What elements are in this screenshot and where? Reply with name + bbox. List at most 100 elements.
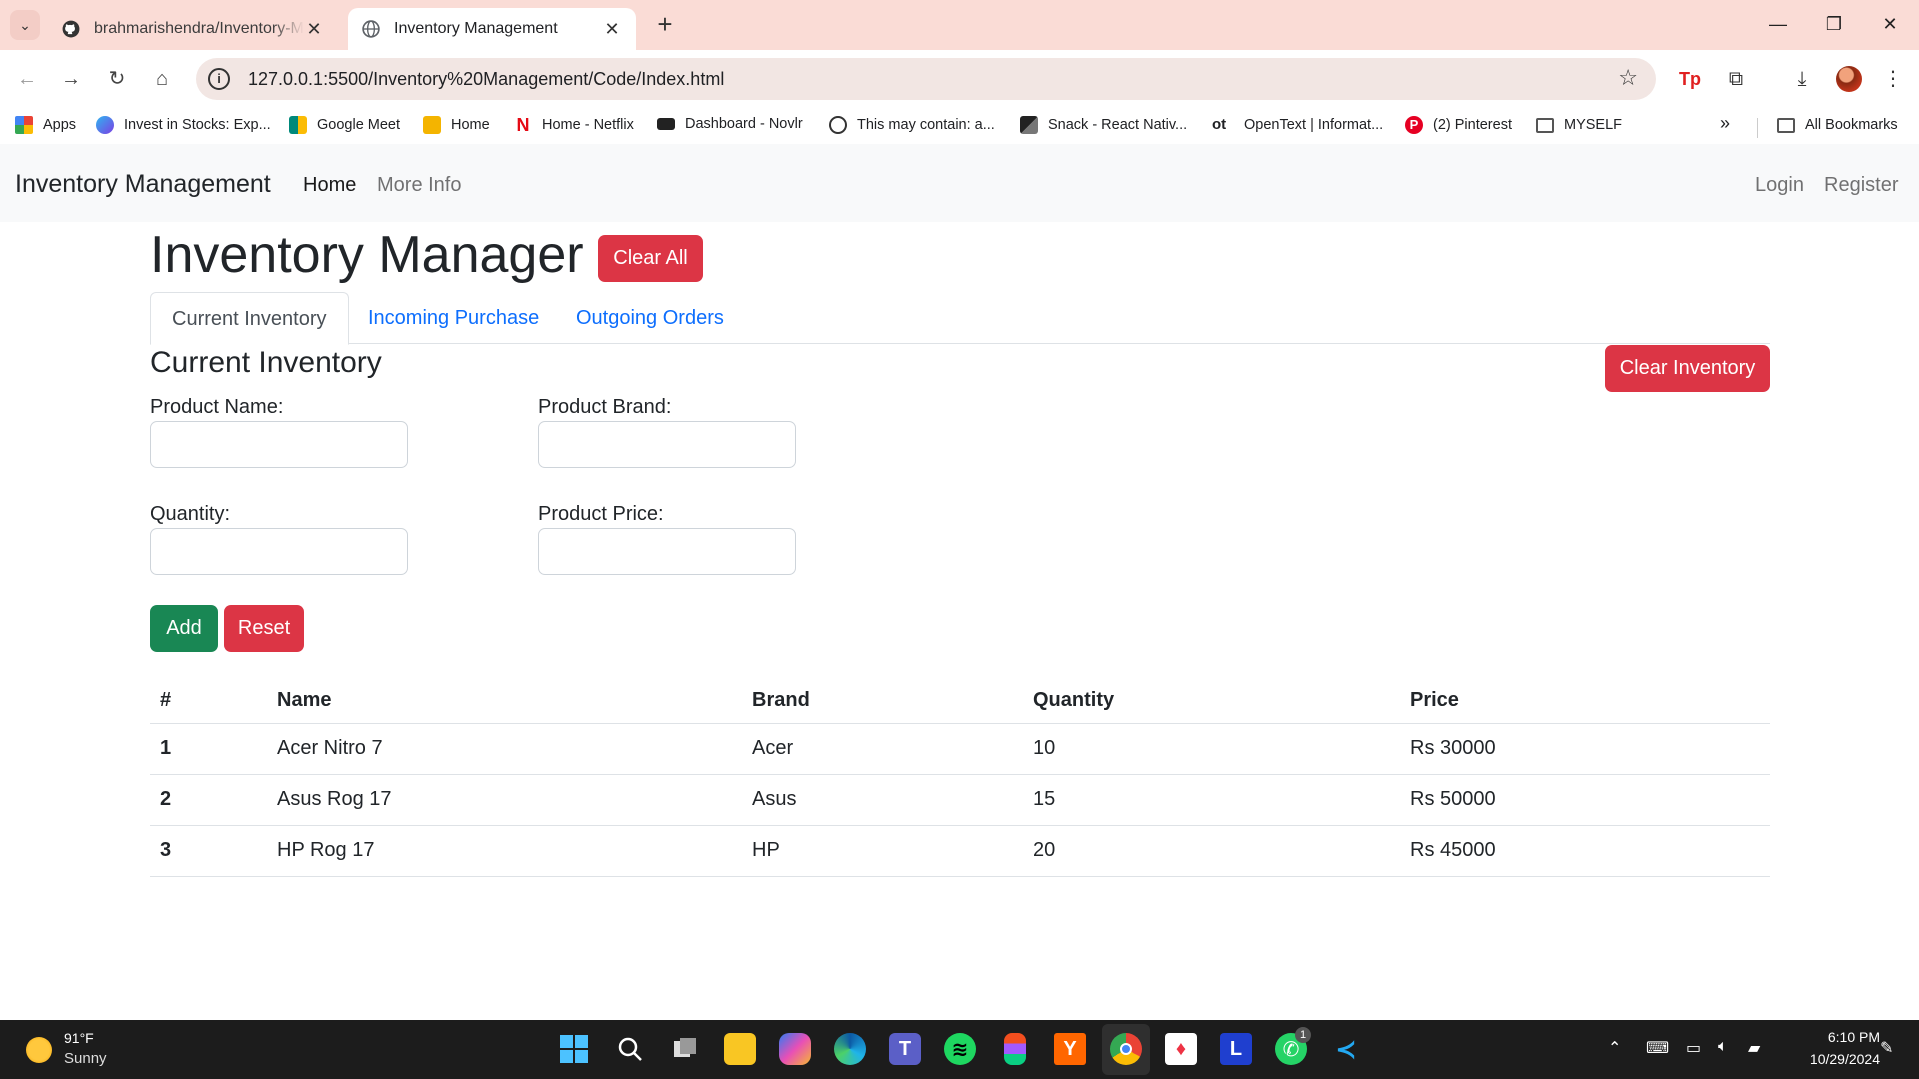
bookmark-pinterest[interactable]: P (2) Pinterest [1405,116,1512,134]
bookmark-home[interactable]: Home [423,116,490,134]
tab-close-icon[interactable]: ✕ [602,19,622,40]
cell-name: HP Rog 17 [267,825,742,877]
task-view-icon[interactable] [669,1033,701,1065]
cell-quantity: 15 [1023,774,1400,826]
cell-brand: Asus [742,774,1023,826]
search-icon[interactable] [614,1033,646,1065]
cell-index: 3 [150,825,267,877]
clock-time[interactable]: 6:10 PM [1800,1029,1880,1045]
product-brand-input[interactable] [538,421,796,468]
url-text[interactable]: 127.0.0.1:5500/Inventory%20Management/Co… [248,69,724,90]
forward-icon[interactable]: → [54,62,88,96]
weather-sun-icon[interactable] [26,1037,52,1063]
nav-more-info-link[interactable]: More Info [377,174,461,197]
quantity-input[interactable] [150,528,408,575]
file-explorer-icon[interactable] [724,1033,756,1065]
navbar-brand[interactable]: Inventory Management [15,170,271,199]
extensions-icon[interactable]: ⧉ [1719,62,1753,96]
snack-icon [1020,116,1038,134]
folder-icon [1536,118,1554,133]
cell-index: 1 [150,723,267,775]
show-hidden-icons-chevron-icon[interactable]: ⌃ [1608,1038,1621,1058]
address-bar[interactable]: i 127.0.0.1:5500/Inventory%20Management/… [196,58,1656,100]
all-bookmarks[interactable]: All Bookmarks [1777,116,1898,133]
tab-incoming-purchase[interactable]: Incoming Purchase [347,292,560,344]
tab-close-icon[interactable]: ✕ [304,19,324,40]
bookmark-star-icon[interactable]: ☆ [1618,65,1638,91]
clear-all-button[interactable]: Clear All [598,235,703,282]
bookmark-this-may-contain[interactable]: This may contain: a... [829,116,995,134]
menu-icon[interactable]: ⋮ [1876,62,1910,96]
volume-icon[interactable]: 🔈︎ [1718,1038,1728,1056]
l-app-icon[interactable]: L [1220,1033,1252,1065]
nav-login-link[interactable]: Login [1755,174,1804,197]
bookmark-apps[interactable]: Apps [15,116,76,134]
site-info-icon[interactable]: i [208,68,230,90]
tab-inventory-management[interactable]: Inventory Management ✕ [348,8,636,50]
nav-home-link[interactable]: Home [303,174,356,197]
tab-outgoing-orders[interactable]: Outgoing Orders [555,292,745,344]
extension-tp-icon[interactable]: Tp [1673,62,1707,96]
tab-current-inventory[interactable]: Current Inventory [150,292,349,345]
browser-tabstrip: ⌄ brahmarishendra/Inventory-Management ✕… [0,0,1919,50]
minimize-icon[interactable]: — [1758,8,1798,40]
column-header-name: Name [267,678,742,724]
spotify-icon[interactable]: ≋ [944,1033,976,1065]
bookmark-google-meet[interactable]: Google Meet [289,116,400,134]
globe-icon [362,20,380,38]
back-icon[interactable]: ← [10,62,44,96]
product-name-label: Product Name: [150,396,284,418]
browser-toolbar: ← → ↻ ⌂ i 127.0.0.1:5500/Inventory%20Man… [0,50,1919,108]
more-bookmarks-chevron-icon[interactable]: » [1720,113,1730,134]
keyboard-icon[interactable]: ⌨ [1646,1038,1669,1058]
cell-name: Acer Nitro 7 [267,723,742,775]
edge-icon[interactable] [834,1033,866,1065]
new-tab-button[interactable]: + [650,10,680,40]
home-folder-icon [423,116,441,134]
clock-date[interactable]: 10/29/2024 [1780,1051,1880,1067]
reset-button[interactable]: Reset [224,605,304,652]
bookmark-netflix[interactable]: N Home - Netflix [514,116,634,134]
tinder-flame-icon[interactable]: ♦ [1165,1033,1197,1065]
start-windows-icon[interactable] [558,1033,590,1065]
bookmark-snack[interactable]: Snack - React Nativ... [1020,116,1187,134]
home-icon[interactable]: ⌂ [145,62,179,96]
chrome-icon[interactable] [1110,1033,1142,1065]
weather-description[interactable]: Sunny [64,1050,107,1067]
vscode-icon[interactable]: ≺ [1330,1033,1362,1065]
bookmark-myself[interactable]: MYSELF [1536,116,1622,133]
add-button[interactable]: Add [150,605,218,652]
network-icon[interactable]: ▭ [1686,1038,1701,1058]
apps-grid-icon [15,116,33,134]
reload-icon[interactable]: ↻ [100,62,134,96]
column-header-price: Price [1400,678,1770,724]
tab-github[interactable]: brahmarishendra/Inventory-Management ✕ [48,8,338,50]
weather-temperature[interactable]: 91°F [64,1030,94,1046]
y-combinator-icon[interactable]: Y [1054,1033,1086,1065]
copilot-icon[interactable] [779,1033,811,1065]
battery-icon[interactable]: ▰ [1748,1038,1760,1058]
table-header-row: # Name Brand Quantity Price [150,678,1770,724]
cell-price: Rs 30000 [1400,723,1770,775]
teams-icon[interactable]: T [889,1033,921,1065]
column-header-index: # [150,678,267,724]
google-meet-icon [289,116,307,134]
product-price-input[interactable] [538,528,796,575]
nav-register-link[interactable]: Register [1824,174,1898,197]
figma-icon[interactable] [1004,1033,1026,1065]
clear-inventory-button[interactable]: Clear Inventory [1605,345,1770,392]
bookmark-novlr[interactable]: Dashboard - Novlr [657,116,803,132]
bookmark-opentext[interactable]: ot OpenText | Informat... [1212,116,1383,134]
notifications-icon[interactable]: ✎ [1880,1038,1893,1058]
whatsapp-icon[interactable]: ✆ 1 [1275,1027,1311,1065]
close-window-icon[interactable]: ✕ [1870,8,1910,40]
product-price-label: Product Price: [538,503,664,525]
bookmark-invest[interactable]: Invest in Stocks: Exp... [96,116,271,134]
cell-price: Rs 45000 [1400,825,1770,877]
novlr-icon [657,118,675,130]
restore-icon[interactable]: ❐ [1814,8,1854,40]
tab-search-button[interactable]: ⌄ [10,10,40,40]
product-name-input[interactable] [150,421,408,468]
profile-avatar[interactable] [1836,66,1862,92]
download-icon[interactable]: ⤓ [1785,62,1819,96]
